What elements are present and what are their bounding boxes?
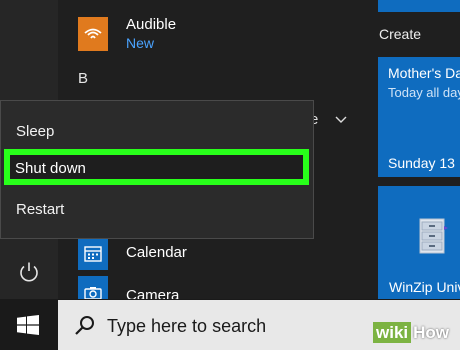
event-date: Sunday 13: [388, 155, 455, 171]
app-item-audible[interactable]: Audible New: [78, 16, 176, 52]
app-name-calendar: Calendar: [126, 244, 187, 261]
shut-down-highlight[interactable]: Shut down: [4, 149, 309, 185]
app-item-camera[interactable]: Camera: [78, 276, 179, 299]
tile-top-partial[interactable]: [378, 0, 460, 12]
menu-item-restart[interactable]: Restart: [16, 201, 64, 218]
audible-tile: [78, 17, 108, 51]
calendar-live-tile[interactable]: Mother's Day Today all day Sunday 13: [378, 57, 460, 177]
start-button[interactable]: [17, 315, 39, 335]
calendar-tile: [78, 236, 108, 270]
menu-item-shut-down[interactable]: Shut down: [15, 160, 86, 177]
menu-item-sleep[interactable]: Sleep: [16, 123, 54, 140]
power-icon: [20, 262, 38, 282]
tiles-column: Create Mother's Day Today all day Sunday…: [370, 0, 460, 299]
camera-tile: [78, 276, 108, 299]
winzip-tile[interactable]: WinZip Univer: [378, 186, 460, 299]
wikihow-watermark: wiki How: [373, 322, 451, 343]
audible-icon: [84, 28, 102, 39]
search-icon: [74, 315, 96, 342]
calendar-icon: [84, 246, 102, 262]
camera-icon: [84, 287, 102, 299]
event-subtitle: Today all day: [388, 85, 460, 100]
search-placeholder[interactable]: Type here to search: [107, 316, 266, 337]
section-letter-b[interactable]: B: [78, 70, 88, 87]
watermark-wiki: wiki: [373, 322, 412, 343]
app-name-camera: Camera: [126, 287, 180, 299]
chevron-down-icon[interactable]: [335, 111, 347, 129]
app-item-calendar[interactable]: Calendar: [78, 236, 187, 270]
winzip-label: WinZip Univer: [389, 279, 460, 295]
new-badge: New: [126, 35, 155, 51]
power-button[interactable]: [17, 260, 41, 284]
winzip-cabinet-icon: [419, 218, 448, 254]
group-label-create[interactable]: Create: [379, 26, 421, 42]
watermark-how: How: [413, 323, 450, 342]
app-name-audible: Audible: [126, 16, 177, 33]
windows-logo-icon: [17, 315, 39, 335]
event-title: Mother's Day: [388, 65, 460, 81]
